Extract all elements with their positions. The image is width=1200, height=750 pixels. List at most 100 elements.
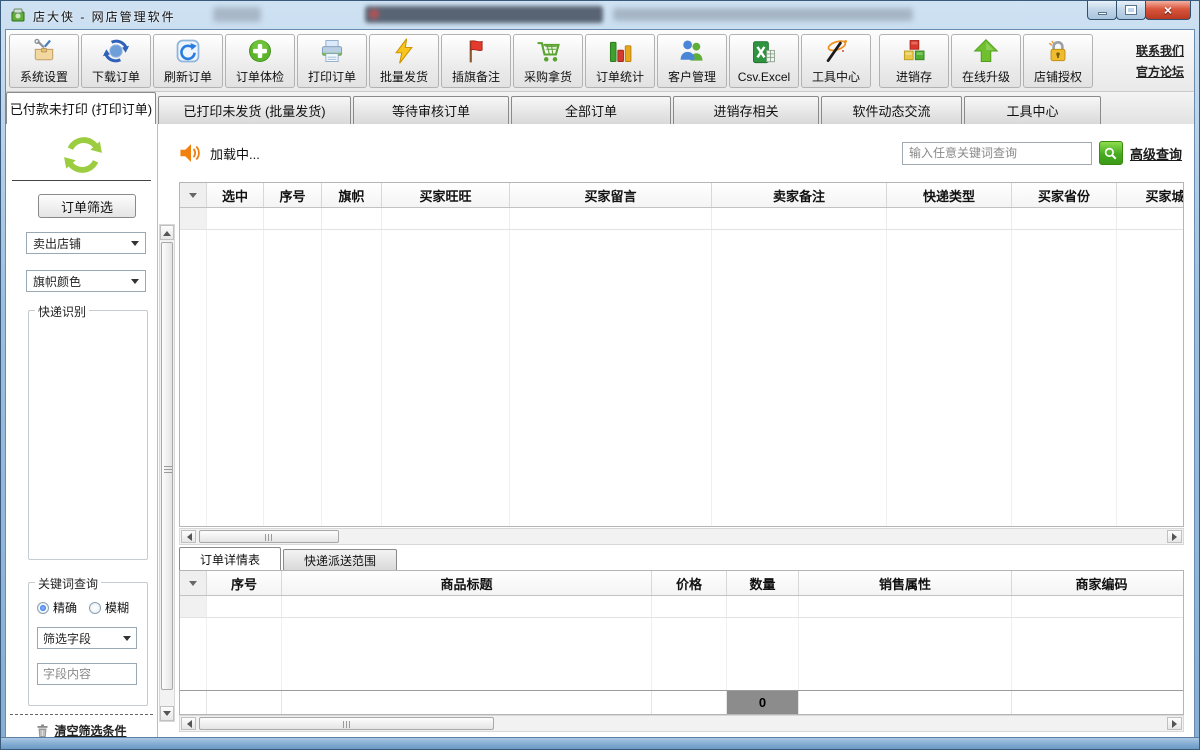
scrollbar-thumb[interactable] [161, 242, 173, 690]
toolbar-button-label: Csv.Excel [738, 70, 790, 84]
speaker-icon[interactable] [178, 140, 204, 166]
tab-printed-unshipped[interactable]: 已打印未发货 (批量发货) [158, 96, 351, 124]
toolbar-button-label: 采购拿货 [524, 68, 572, 85]
keyword-group-label: 关键词查询 [35, 575, 101, 592]
system-settings-button[interactable]: 系统设置 [9, 34, 79, 88]
column-header-buyer-province[interactable]: 买家省份 [1012, 183, 1117, 207]
keyword-search-input[interactable] [902, 142, 1092, 165]
order-stats-button[interactable]: 订单统计 [585, 34, 655, 88]
scroll-down-button[interactable] [160, 706, 174, 721]
maximize-button[interactable] [1116, 1, 1146, 20]
flag-color-select[interactable]: 旗帜颜色 [26, 270, 146, 292]
trash-icon [36, 724, 49, 738]
blurred-overlay [365, 6, 603, 23]
tab-software-news[interactable]: 软件动态交流 [821, 96, 962, 124]
orders-hscrollbar[interactable] [179, 528, 1184, 545]
column-header-index[interactable]: 序号 [264, 183, 322, 207]
inventory-button[interactable]: 进销存 [879, 34, 949, 88]
column-menu-button[interactable] [180, 571, 207, 595]
column-header-selected[interactable]: 选中 [207, 183, 264, 207]
column-header-quantity[interactable]: 数量 [727, 571, 799, 595]
toolbar-button-label: 进销存 [896, 68, 932, 85]
contact-us-link[interactable]: 联系我们 [1136, 42, 1184, 59]
refresh-icon[interactable] [62, 134, 104, 176]
order-filter-button[interactable]: 订单筛选 [38, 194, 136, 218]
download-orders-button[interactable]: 下载订单 [81, 34, 151, 88]
tab-paid-unprinted[interactable]: 已付款未打印 (打印订单) [6, 92, 156, 124]
detail-hscrollbar[interactable] [179, 715, 1184, 732]
filter-field-select[interactable]: 筛选字段 [37, 627, 137, 649]
scroll-right-button[interactable] [1167, 717, 1182, 730]
tab-express-range[interactable]: 快递派送范围 [283, 549, 397, 570]
close-button[interactable]: × [1145, 1, 1191, 20]
download-orders-icon [102, 36, 130, 66]
shop-select[interactable]: 卖出店铺 [26, 232, 146, 254]
orders-table-body[interactable] [180, 230, 1183, 526]
tab-order-detail[interactable]: 订单详情表 [179, 547, 281, 570]
shop-authorize-button[interactable]: 店铺授权 [1023, 34, 1093, 88]
column-header-buyer-wangwang[interactable]: 买家旺旺 [382, 183, 510, 207]
bar-chart-icon [606, 36, 634, 66]
scroll-left-button[interactable] [181, 717, 196, 730]
refresh-orders-icon [174, 36, 202, 66]
column-header-product-title[interactable]: 商品标题 [282, 571, 652, 595]
order-check-button[interactable]: 订单体检 [225, 34, 295, 88]
maximize-icon [1126, 6, 1136, 14]
keyword-query-group: 关键词查询 精确 模糊 筛选字段 [28, 582, 148, 706]
title-bar[interactable]: 店大侠 - 网店管理软件 × [1, 1, 1199, 29]
radio-fuzzy[interactable]: 模糊 [89, 599, 129, 616]
official-forum-link[interactable]: 官方论坛 [1136, 63, 1184, 80]
toolbox-icon [30, 36, 58, 66]
upgrade-arrow-icon [972, 36, 1000, 66]
search-button[interactable] [1099, 141, 1123, 165]
orders-main-area: 加载中... 高级查询 [175, 124, 1184, 740]
print-orders-button[interactable]: 打印订单 [297, 34, 367, 88]
column-header-flag[interactable]: 旗帜 [322, 183, 382, 207]
column-header-buyer-message[interactable]: 买家留言 [510, 183, 712, 207]
column-header-index[interactable]: 序号 [207, 571, 282, 595]
column-header-express-type[interactable]: 快递类型 [887, 183, 1012, 207]
detail-table-body[interactable] [180, 618, 1183, 690]
scrollbar-grip [265, 534, 273, 541]
column-header-sale-attrs[interactable]: 销售属性 [799, 571, 1012, 595]
toolbar-button-label: 批量发货 [380, 68, 428, 85]
batch-ship-button[interactable]: 批量发货 [369, 34, 439, 88]
sidebar-scrollbar[interactable] [159, 224, 175, 722]
caret-down-icon [189, 193, 197, 202]
scrollbar-thumb[interactable] [199, 530, 339, 543]
tool-center-button[interactable]: 工具中心 [801, 34, 871, 88]
tab-inventory-related[interactable]: 进销存相关 [673, 96, 819, 124]
radio-exact-label: 精确 [53, 599, 77, 616]
arrow-up-icon [163, 227, 171, 236]
refresh-orders-button[interactable]: 刷新订单 [153, 34, 223, 88]
column-header-seller-note[interactable]: 卖家备注 [712, 183, 887, 207]
minimize-button[interactable] [1087, 1, 1117, 20]
scroll-right-button[interactable] [1167, 530, 1182, 543]
advanced-search-link[interactable]: 高级查询 [1130, 144, 1182, 163]
radio-dot-icon [37, 602, 49, 614]
column-header-buyer-city[interactable]: 买家城市 [1117, 183, 1184, 207]
column-menu-button[interactable] [180, 183, 207, 207]
toolbar-button-label: 店铺授权 [1034, 68, 1082, 85]
tab-all-orders[interactable]: 全部订单 [511, 96, 671, 124]
tab-pending-review[interactable]: 等待审核订单 [353, 96, 509, 124]
field-content-input[interactable] [37, 663, 137, 685]
csv-excel-button[interactable]: Csv.Excel [729, 34, 799, 88]
filter-sidebar: 订单筛选 卖出店铺 旗帜颜色 快递识别 关键词查询 [6, 124, 158, 740]
shop-select-value: 卖出店铺 [33, 235, 81, 252]
radio-exact[interactable]: 精确 [37, 599, 77, 616]
online-upgrade-button[interactable]: 在线升级 [951, 34, 1021, 88]
scrollbar-thumb[interactable] [199, 717, 494, 730]
match-mode-radios: 精确 模糊 [37, 599, 129, 616]
column-header-price[interactable]: 价格 [652, 571, 727, 595]
column-header-merchant-code[interactable]: 商家编码 [1012, 571, 1184, 595]
sidebar-divider [12, 180, 151, 181]
scroll-up-button[interactable] [160, 225, 174, 240]
scroll-left-button[interactable] [181, 530, 196, 543]
purchase-button[interactable]: 采购拿货 [513, 34, 583, 88]
customer-management-button[interactable]: 客户管理 [657, 34, 727, 88]
flag-note-button[interactable]: 插旗备注 [441, 34, 511, 88]
tab-tool-center[interactable]: 工具中心 [964, 96, 1101, 124]
chevron-down-icon [131, 241, 139, 250]
detail-table: 序号 商品标题 价格 数量 销售属性 商家编码 [179, 570, 1184, 715]
